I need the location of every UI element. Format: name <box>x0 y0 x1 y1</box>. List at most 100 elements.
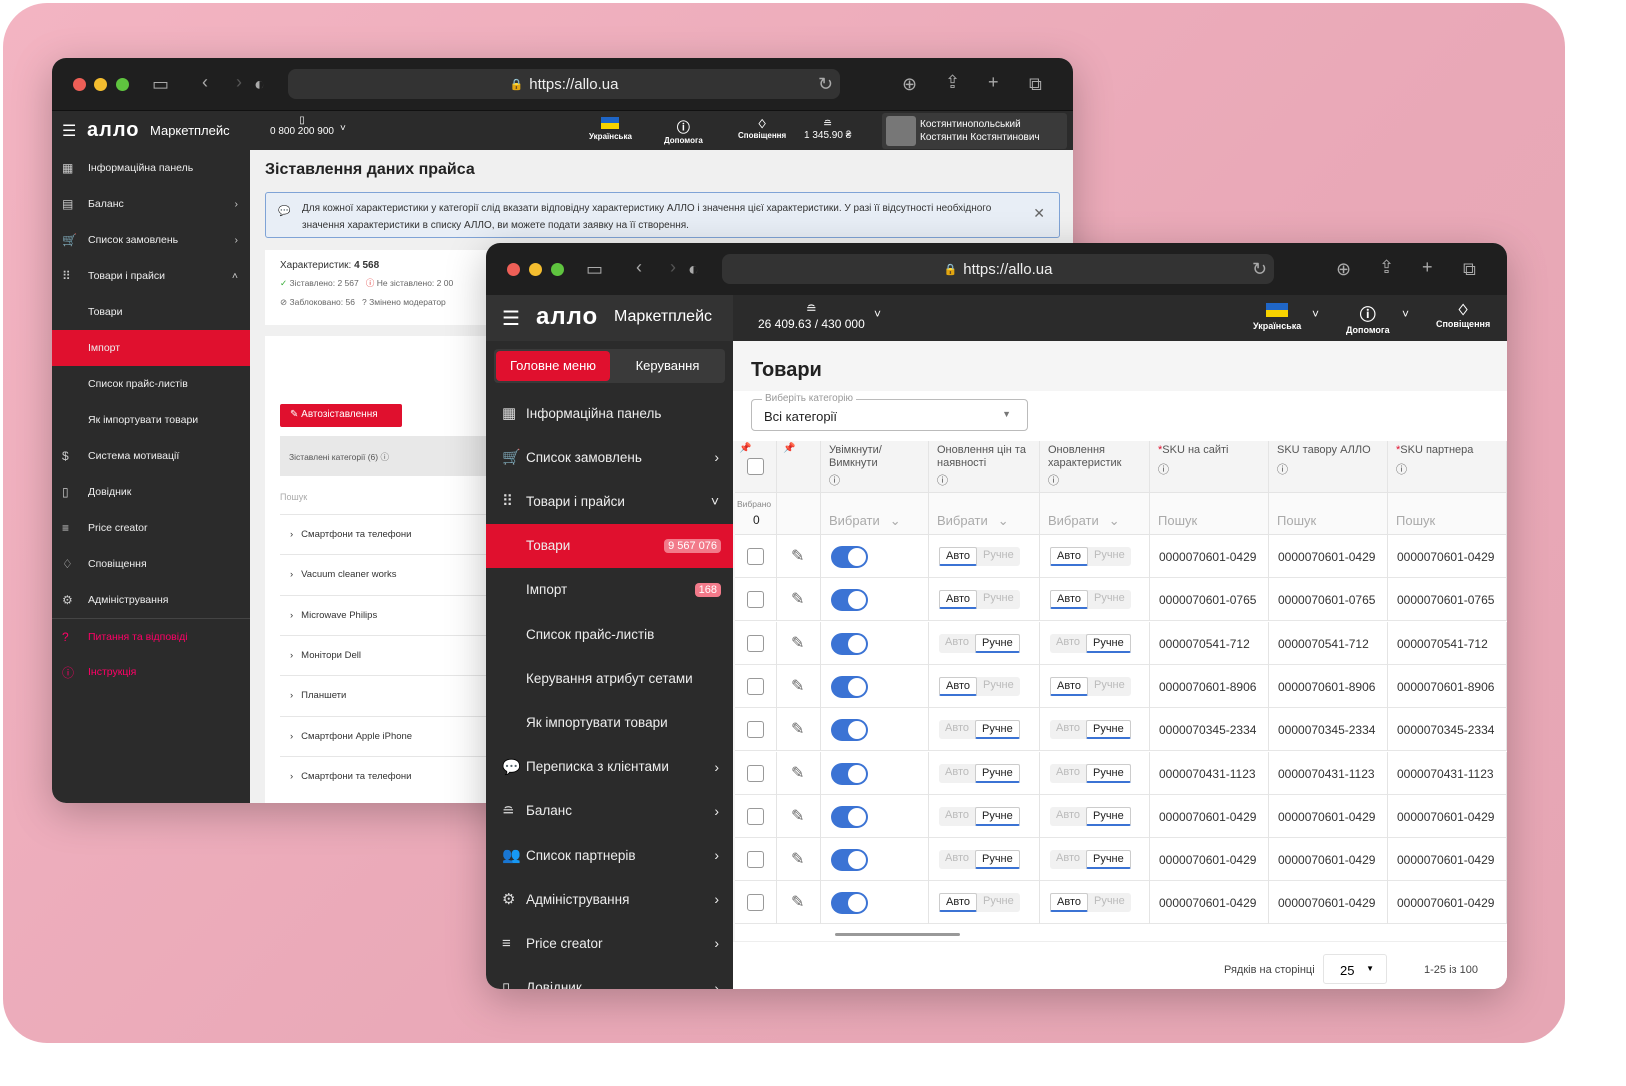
info-icon[interactable]: ⓘ <box>829 475 923 488</box>
info-icon[interactable]: ⓘ <box>1277 464 1382 477</box>
auto-option[interactable]: Авто <box>1050 850 1086 869</box>
price-update-mode[interactable]: Авто Ручне <box>939 720 1020 740</box>
row-checkbox[interactable] <box>747 807 764 825</box>
manual-option[interactable]: Ручне <box>974 763 1020 783</box>
manual-option[interactable]: Ручне <box>974 633 1020 653</box>
new-tab-icon[interactable]: + <box>988 73 999 91</box>
auto-option[interactable]: Авто <box>939 850 975 869</box>
address-bar[interactable]: 🔒 https://allo.ua <box>288 69 840 99</box>
tabs-icon[interactable]: ⧉ <box>1029 75 1042 93</box>
auto-option[interactable]: Авто <box>1050 764 1086 783</box>
sidebar-item[interactable]: 🛒 Список замовлень › <box>486 435 733 479</box>
tabs-icon[interactable]: ⧉ <box>1463 260 1476 278</box>
auto-option[interactable]: Авто <box>939 893 977 913</box>
manual-option[interactable]: Ручне <box>974 720 1020 740</box>
manual-option[interactable]: Ручне <box>1085 633 1131 653</box>
row-checkbox[interactable] <box>747 548 764 565</box>
edit-pencil-icon[interactable]: ✎ <box>791 719 804 739</box>
price-update-mode[interactable]: Авто Ручне <box>939 806 1020 826</box>
price-update-mode[interactable]: Авто Ручне <box>939 547 1020 566</box>
share-icon[interactable]: ⇪ <box>945 73 960 91</box>
characteristics-update-mode[interactable]: Авто Ручне <box>1050 547 1131 566</box>
sidebar-toggle-icon[interactable]: ▭ <box>152 75 169 93</box>
sidebar-toggle-icon[interactable]: ▭ <box>586 260 603 278</box>
manual-option[interactable]: Ручне <box>1088 677 1131 696</box>
price-update-mode[interactable]: Авто Ручне <box>939 633 1020 653</box>
sidebar-item[interactable]: ▦ Інформаційна панель <box>52 150 250 186</box>
info-icon[interactable]: ⓘ <box>1048 475 1144 488</box>
menu-icon[interactable]: ☰ <box>62 121 76 141</box>
back-icon[interactable]: ‹ <box>636 258 642 276</box>
search-filter[interactable]: Пошук <box>1158 513 1197 528</box>
manual-option[interactable]: Ручне <box>1085 763 1131 783</box>
sidebar-item[interactable]: ⓘ Інструкція <box>52 654 250 690</box>
sidebar-item[interactable]: ⠿ Товари і прайси ˄ <box>52 258 250 294</box>
chevron-down-icon[interactable]: ˅ <box>1402 307 1409 321</box>
price-update-mode[interactable]: Авто Ручне <box>939 763 1020 783</box>
characteristics-update-mode[interactable]: Авто Ручне <box>1050 893 1131 913</box>
column-header[interactable]: SKU тавору АЛЛО ⓘ <box>1277 444 1382 477</box>
select-filter[interactable]: Вибрати ⌄ <box>937 513 1009 529</box>
column-header[interactable]: *SKU партнера ⓘ <box>1396 444 1501 477</box>
enable-toggle[interactable] <box>831 719 868 742</box>
sidebar-item[interactable]: Товари <box>52 294 250 330</box>
search-filter[interactable]: Пошук <box>1396 513 1435 528</box>
balance-menu[interactable]: ≘ 1 345.90 ₴ <box>804 117 851 141</box>
language-menu[interactable]: Українська <box>1253 303 1301 331</box>
sidebar-item[interactable]: ▯ Довідник › <box>486 966 733 989</box>
sidebar-item[interactable]: Товари 9 567 076 <box>486 523 733 568</box>
maximize-button[interactable] <box>551 263 564 276</box>
notifications-button[interactable]: ♢ Сповіщення <box>1436 301 1490 329</box>
auto-option[interactable]: Авто <box>1050 547 1088 566</box>
tab-management[interactable]: Керування <box>612 351 723 381</box>
close-icon[interactable]: ✕ <box>1033 205 1045 222</box>
chevron-down-icon[interactable]: ˅ <box>1312 307 1319 321</box>
auto-option[interactable]: Авто <box>1050 676 1088 696</box>
manual-option[interactable]: Ручне <box>977 590 1020 609</box>
enable-toggle[interactable] <box>831 762 868 785</box>
forward-icon[interactable]: › <box>670 258 676 276</box>
category-list-item[interactable]: › Смартфони Apple iPhone <box>280 715 495 756</box>
auto-match-button[interactable]: ✎ Автозіставлення <box>280 404 402 427</box>
manual-option[interactable]: Ручне <box>977 677 1020 696</box>
enable-toggle[interactable] <box>831 675 868 698</box>
sidebar-item[interactable]: ≘ Баланс › <box>486 789 733 833</box>
back-icon[interactable]: ‹ <box>202 73 208 91</box>
auto-option[interactable]: Авто <box>939 590 977 610</box>
phone-menu[interactable]: ▯ 0 800 200 900 <box>270 115 334 137</box>
shield-icon[interactable]: ◐ <box>688 260 699 278</box>
enable-toggle[interactable] <box>831 892 868 915</box>
manual-option[interactable]: Ручне <box>1085 720 1131 740</box>
manual-option[interactable]: Ручне <box>1088 893 1131 912</box>
category-list-item[interactable]: › Планшети <box>280 675 495 715</box>
reload-icon[interactable]: ↻ <box>1252 260 1267 278</box>
auto-option[interactable]: Авто <box>1050 590 1088 610</box>
category-list-item[interactable]: › Vacuum cleaner works <box>280 554 495 594</box>
sidebar-item[interactable]: 💬 Переписка з клієнтами › <box>486 745 733 789</box>
row-checkbox[interactable] <box>747 764 764 782</box>
column-header[interactable]: Оновлення характеристик ⓘ <box>1048 444 1144 488</box>
manual-option[interactable]: Ручне <box>1085 806 1131 826</box>
manual-option[interactable]: Ручне <box>1088 547 1131 566</box>
minimize-button[interactable] <box>529 263 542 276</box>
download-icon[interactable]: ⊕ <box>1336 260 1351 278</box>
auto-option[interactable]: Авто <box>1050 720 1086 739</box>
address-bar[interactable]: 🔒 https://allo.ua <box>722 254 1274 284</box>
edit-pencil-icon[interactable]: ✎ <box>791 763 804 783</box>
sidebar-item[interactable]: Список прайс-листів <box>486 612 733 656</box>
sidebar-item[interactable]: ▤ Баланс › <box>52 186 250 222</box>
info-icon[interactable]: ⓘ <box>937 475 1034 488</box>
edit-pencil-icon[interactable]: ✎ <box>791 676 804 696</box>
auto-option[interactable]: Авто <box>939 634 975 653</box>
sidebar-item[interactable]: Як імпортувати товари <box>486 700 733 744</box>
close-button[interactable] <box>507 263 520 276</box>
category-search-input[interactable]: Пошук <box>280 492 307 502</box>
pin-icon[interactable]: 📌 <box>739 443 751 454</box>
price-update-mode[interactable]: Авто Ручне <box>939 850 1020 870</box>
category-list-item[interactable]: › Смартфони та телефони <box>280 514 495 554</box>
edit-pencil-icon[interactable]: ✎ <box>791 806 804 826</box>
price-update-mode[interactable]: Авто Ручне <box>939 676 1020 696</box>
info-icon[interactable]: ⓘ <box>1158 464 1263 477</box>
sidebar-item[interactable]: Імпорт <box>52 330 250 366</box>
shield-icon[interactable]: ◐ <box>254 75 265 93</box>
